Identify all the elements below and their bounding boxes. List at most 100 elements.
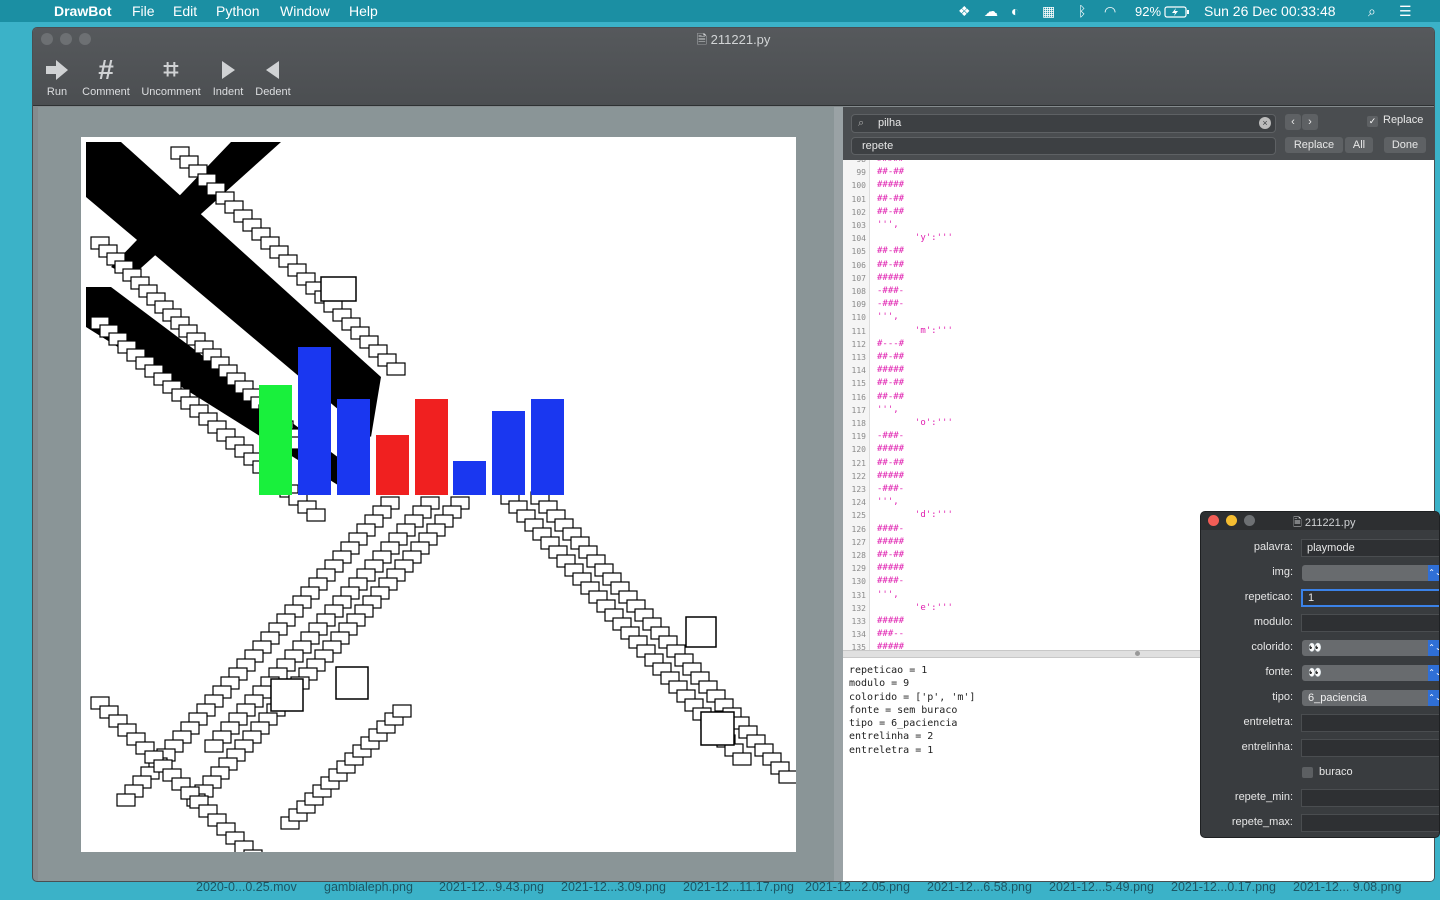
tipo-select[interactable]: 6_paciencia ⌃⌄	[1302, 690, 1439, 706]
run-label: Run	[46, 86, 68, 98]
close-window-button[interactable]	[1208, 515, 1219, 526]
replace-button[interactable]: Replace	[1285, 137, 1343, 153]
variable-row: fonte: 👀 ⌃⌄	[1201, 663, 1439, 683]
generated-artwork	[86, 142, 798, 881]
blue-letter-block	[453, 461, 486, 495]
replace-all-button[interactable]: All	[1345, 137, 1373, 153]
buraco-checkbox[interactable]	[1302, 767, 1313, 778]
img-select[interactable]: ⌃⌄	[1302, 565, 1439, 581]
find-value: pilha	[878, 117, 902, 129]
menu-python[interactable]: Python	[216, 3, 260, 19]
find-next-button[interactable]: ›	[1302, 114, 1318, 130]
repeticao-input[interactable]: 1	[1301, 589, 1439, 607]
find-previous-button[interactable]: ‹	[1285, 114, 1301, 130]
repete-min-input[interactable]	[1301, 789, 1439, 807]
canvas-preview-area[interactable]	[38, 107, 834, 881]
line-number: 120	[851, 445, 866, 455]
palavra-input[interactable]: playmode	[1301, 539, 1439, 557]
run-button[interactable]: Run	[41, 54, 73, 98]
outlined-stair-stroke	[392, 704, 412, 718]
menu-window[interactable]: Window	[280, 3, 330, 19]
zoom-window-button[interactable]	[1244, 515, 1255, 526]
variables-window-title: 🗎 211221.py	[1293, 514, 1355, 533]
desktop-file[interactable]: 2021-12...11.17.png	[683, 880, 794, 894]
split-view-divider[interactable]	[834, 107, 843, 881]
entrelinha-label: entrelinha:	[1241, 741, 1293, 753]
code-line: #####	[877, 180, 905, 191]
menu-help[interactable]: Help	[349, 3, 378, 19]
modulo-input[interactable]	[1301, 614, 1439, 632]
line-number: 99	[856, 168, 866, 178]
repete-max-label: repete_max:	[1231, 816, 1293, 828]
document-icon: 🗎	[696, 32, 711, 47]
display-icon[interactable]: ◐	[1011, 3, 1019, 19]
bluetooth-icon[interactable]: ᛒ	[1078, 3, 1086, 19]
indent-button[interactable]: Indent	[209, 54, 247, 98]
creative-cloud-icon[interactable]: ☁	[984, 3, 998, 20]
replace-field[interactable]: repete	[851, 137, 1276, 155]
battery-percent[interactable]: 92%	[1135, 4, 1161, 19]
line-number: 103	[851, 221, 866, 230]
menu-edit[interactable]: Edit	[173, 3, 197, 19]
code-line: 'd':'''	[877, 510, 953, 521]
wifi-icon[interactable]: ◠	[1104, 3, 1116, 20]
entrelinha-input[interactable]	[1301, 739, 1439, 757]
code-line: ##-##	[877, 457, 905, 468]
drawing-canvas	[81, 137, 798, 881]
repeticao-label: repeticao:	[1244, 591, 1293, 603]
done-button[interactable]: Done	[1384, 137, 1426, 153]
variable-row: colorido: 👀 ⌃⌄	[1201, 638, 1439, 658]
clock[interactable]: Sun 26 Dec 00:33:48	[1204, 3, 1336, 19]
code-line: ##-##	[877, 167, 905, 178]
line-number: 106	[851, 260, 866, 270]
broken-hash-icon: ⌗	[163, 54, 179, 84]
line-number: 128	[851, 551, 866, 560]
variable-row: repete_min:	[1201, 788, 1439, 808]
entreletra-input[interactable]	[1301, 714, 1439, 732]
comment-button[interactable]: # Comment	[79, 54, 133, 98]
spotlight-search-icon[interactable]: ⌕	[1368, 3, 1376, 20]
variables-window: 🗎 211221.py palavra: playmode img: ⌃⌄ repeti…	[1200, 511, 1440, 838]
desktop-file[interactable]: 2020-0...0.25.mov	[196, 880, 297, 894]
fonte-select[interactable]: 👀 ⌃⌄	[1302, 665, 1439, 681]
menu-app-name[interactable]: DrawBot	[54, 3, 112, 19]
line-number: 111	[851, 326, 866, 336]
code-line: ''',	[877, 404, 899, 415]
desktop-file[interactable]: 2021-12...5.49.png	[1049, 880, 1154, 894]
desktop-file[interactable]: gambialeph.png	[324, 880, 413, 894]
line-number: 113	[851, 353, 866, 362]
line-number: 121	[851, 458, 866, 468]
line-number: 124	[851, 498, 866, 508]
colorido-select[interactable]: 👀 ⌃⌄	[1302, 640, 1439, 656]
desktop-file[interactable]: 2021-12...6.58.png	[927, 880, 1032, 894]
up-down-arrow-icon: ⌃⌄	[1428, 665, 1439, 681]
replace-checkbox[interactable]: ✓	[1367, 116, 1378, 127]
desktop-file[interactable]: 2021-12... 9.08.png	[1293, 880, 1401, 894]
desktop-file[interactable]: 2021-12...3.09.png	[561, 880, 666, 894]
window-title-text: 211221.py	[710, 32, 771, 47]
calendar-icon[interactable]: ▦	[1042, 3, 1055, 20]
notification-center-icon[interactable]: ☰	[1399, 3, 1412, 20]
desktop-file[interactable]: 2021-12...9.43.png	[439, 880, 544, 894]
green-letter-block	[259, 385, 292, 495]
uncomment-button[interactable]: ⌗ Uncomment	[138, 54, 204, 98]
desktop-file[interactable]: 2021-12...0.17.png	[1171, 880, 1276, 894]
code-line: ##-##	[877, 550, 905, 560]
menu-file[interactable]: File	[132, 3, 155, 19]
desktop-file[interactable]: 2021-12...2.05.png	[805, 880, 910, 894]
line-number: 122	[851, 471, 866, 481]
dropbox-icon[interactable]: ❖	[958, 3, 971, 20]
clear-search-icon[interactable]: ×	[1259, 117, 1271, 129]
dedent-button[interactable]: Dedent	[251, 54, 295, 98]
code-line: ##-##	[877, 246, 905, 257]
repete-max-input[interactable]	[1301, 814, 1439, 832]
variable-row: tipo: 6_paciencia ⌃⌄	[1201, 688, 1439, 708]
battery-icon[interactable]	[1164, 5, 1190, 21]
find-field[interactable]: ⌕ pilha ×	[851, 114, 1276, 133]
minimize-window-button[interactable]	[1226, 515, 1237, 526]
line-number: 101	[851, 194, 866, 204]
chevron-right-icon: ›	[1308, 116, 1312, 128]
line-number: 104	[851, 234, 866, 244]
outlined-stair-stroke	[386, 362, 406, 376]
line-number: 100	[851, 181, 866, 191]
